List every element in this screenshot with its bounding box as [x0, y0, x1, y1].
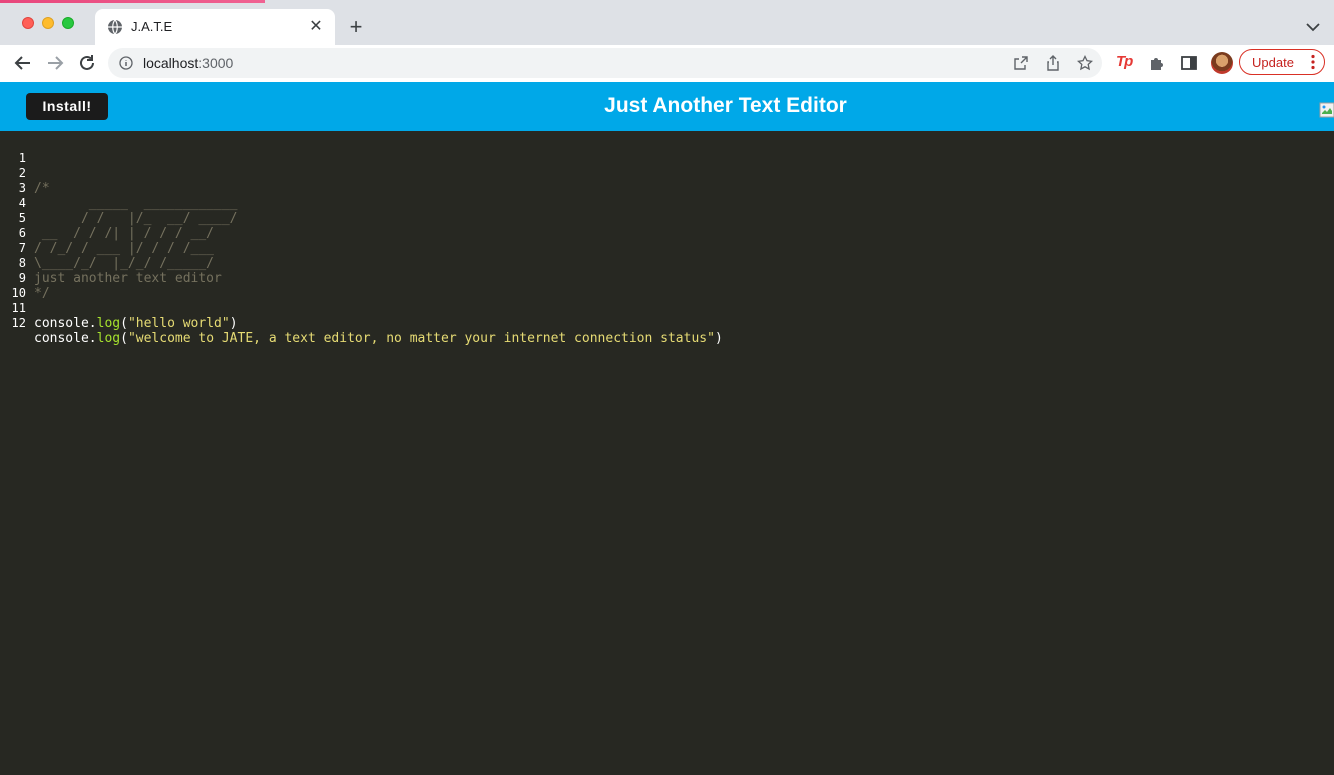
puzzle-extensions-icon[interactable]	[1148, 54, 1166, 72]
more-vert-icon	[1311, 54, 1315, 70]
editor-line[interactable]: 4 / / |/_ __/ ____/	[0, 181, 238, 226]
code-function: log	[96, 331, 121, 346]
new-tab-icon[interactable]: +	[345, 16, 367, 38]
line-code[interactable]: console.log("hello world")	[34, 316, 238, 331]
editor-line[interactable]: 8 just another text editor	[0, 241, 222, 286]
line-code[interactable]: __ / / /| | / / / __/	[34, 226, 214, 241]
editor-line[interactable]: 1	[0, 136, 31, 165]
browser-tab-strip: J.A.T.E ✕ +	[0, 0, 1334, 45]
info-icon[interactable]	[119, 56, 133, 70]
maximize-window-button[interactable]	[62, 17, 74, 29]
code-string: "welcome to JATE, a text editor, no matt…	[127, 331, 715, 346]
code-string: "hello world"	[127, 316, 230, 331]
line-code[interactable]: \____/_/ |_/_/ /_____/	[34, 256, 214, 271]
bookmark-star-icon[interactable]	[1077, 55, 1093, 71]
code-function: log	[96, 316, 121, 331]
editor-line[interactable]: 2 /*	[0, 151, 50, 196]
broken-image-icon	[1319, 102, 1334, 118]
close-tab-icon[interactable]: ✕	[307, 18, 325, 36]
code-object: console.	[34, 331, 97, 346]
side-panel-icon[interactable]	[1180, 54, 1198, 72]
line-number: 12	[11, 316, 26, 330]
tab-strip-accent	[0, 0, 265, 3]
line-code[interactable]: /*	[34, 181, 50, 196]
browser-toolbar: localhost:3000 Tp Update	[0, 45, 1334, 82]
line-code[interactable]: */	[34, 286, 50, 301]
tab-title: J.A.T.E	[131, 19, 173, 34]
editor-line[interactable]: 9 */	[0, 256, 50, 301]
editor-line[interactable]: 3 _____ ____________	[0, 166, 238, 211]
update-button[interactable]: Update	[1239, 49, 1325, 75]
tp-extension-icon[interactable]: Tp	[1116, 53, 1133, 70]
editor-line[interactable]: 6 / /_/ / ___ |/ / / /___	[0, 211, 214, 256]
reload-icon[interactable]	[76, 52, 98, 74]
line-code[interactable]: / /_/ / ___ |/ / / /___	[34, 241, 214, 256]
code-paren: (	[120, 316, 128, 331]
code-object: console.	[34, 316, 97, 331]
url-text[interactable]: localhost:3000	[143, 55, 233, 71]
globe-icon	[108, 19, 122, 35]
chevron-down-icon[interactable]	[1304, 18, 1322, 36]
forward-arrow-icon[interactable]	[44, 52, 66, 74]
line-code[interactable]: _____ ____________	[34, 196, 238, 211]
page-title: Just Another Text Editor	[604, 94, 847, 117]
minimize-window-button[interactable]	[42, 17, 54, 29]
browser-tab[interactable]: J.A.T.E ✕	[95, 9, 335, 45]
editor-line[interactable]: 10	[0, 271, 31, 300]
editor-line[interactable]: 11 console.log("hello world")	[0, 286, 238, 331]
line-code[interactable]: just another text editor	[34, 271, 222, 286]
close-window-button[interactable]	[22, 17, 34, 29]
address-bar[interactable]: localhost:3000	[108, 48, 1102, 78]
code-editor[interactable]: 1 2 /* 3 _____ ____________ 4 / / |/_ __…	[0, 131, 1334, 775]
editor-line[interactable]: 7 \____/_/ |_/_/ /_____/	[0, 226, 214, 271]
code-paren: )	[229, 316, 238, 331]
update-label: Update	[1252, 55, 1294, 70]
back-arrow-icon[interactable]	[12, 52, 34, 74]
editor-line[interactable]: 12 console.log("welcome to JATE, a text …	[0, 301, 723, 346]
code-paren: (	[120, 331, 128, 346]
open-in-new-icon[interactable]	[1013, 55, 1029, 71]
code-paren: )	[714, 331, 723, 346]
share-icon[interactable]	[1045, 55, 1061, 71]
profile-avatar[interactable]	[1211, 52, 1233, 74]
editor-line[interactable]: 5 __ / / /| | / / / __/	[0, 196, 214, 241]
line-code[interactable]: / / |/_ __/ ____/	[34, 211, 238, 226]
app-header: Install! Just Another Text Editor	[0, 82, 1334, 131]
line-code[interactable]: console.log("welcome to JATE, a text edi…	[34, 331, 723, 346]
